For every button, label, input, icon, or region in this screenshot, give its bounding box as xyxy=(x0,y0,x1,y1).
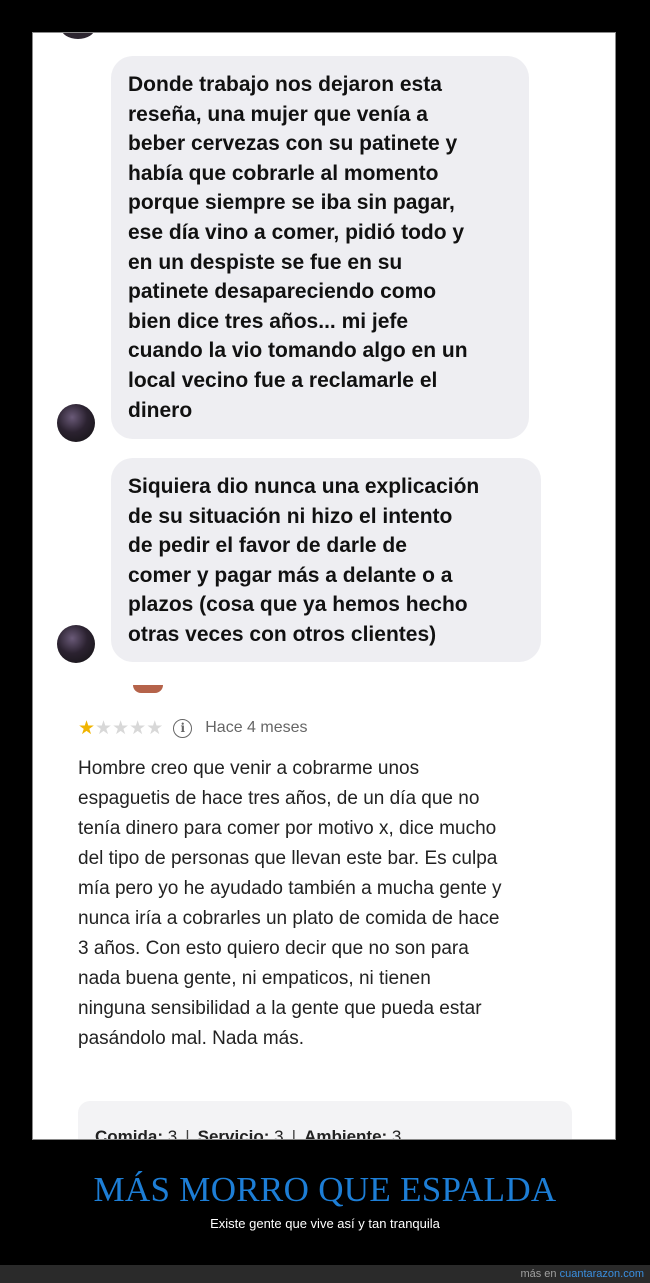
caption-title: MÁS MORRO QUE ESPALDA xyxy=(93,1170,557,1209)
star-empty-icon: ★ xyxy=(129,717,147,739)
message-line: había que cobrarle al momento xyxy=(128,161,439,185)
service-label: Servicio: xyxy=(197,1127,270,1140)
review-line: nunca iría a cobrarles un plato de comid… xyxy=(78,908,500,929)
message-bubble: Donde trabajo nos dejaron esta reseña, u… xyxy=(111,56,529,439)
service-value: 3 xyxy=(274,1127,284,1140)
message-line: en un despiste se fue en su xyxy=(128,250,403,274)
message-line: porque siempre se iba sin pagar, xyxy=(128,191,455,215)
star-empty-icon: ★ xyxy=(112,717,130,739)
ambience-value: 3 xyxy=(391,1127,402,1140)
review-line: Hombre creo que venir a cobrarme unos xyxy=(78,758,420,779)
message-line: beber cervezas con su patinete y xyxy=(128,132,458,156)
message-line: patinete desapareciendo como xyxy=(128,280,437,304)
chat-thread: Donde trabajo nos dejaron esta reseña, u… xyxy=(33,33,615,685)
site-footer: más en cuantarazon.com xyxy=(0,1265,650,1283)
review-line: ninguna sensibilidad a la gente que pued… xyxy=(78,998,482,1019)
message-line: Donde trabajo nos dejaron esta xyxy=(128,73,442,96)
ambience-label: Ambiente: xyxy=(304,1127,388,1140)
divider: | xyxy=(185,1127,190,1140)
avatar[interactable] xyxy=(57,625,95,663)
review-card: ★★★★★ i Hace 4 meses Hombre creo que ven… xyxy=(33,685,615,1140)
review-rating-row: ★★★★★ i Hace 4 meses xyxy=(78,716,308,740)
message-line: reseña, una mujer que venía a xyxy=(128,102,428,126)
message-line: ese día vino a comer, pidió todo y xyxy=(128,220,465,244)
review-line: 3 años. Con esto quiero decir que no son… xyxy=(78,938,469,959)
review-body: Hombre creo que venir a cobrarme unos es… xyxy=(78,754,598,1054)
review-line: mía pero yo he ayudado también a mucha g… xyxy=(78,878,502,899)
avatar xyxy=(61,33,95,39)
review-line: nada buena gente, ni empaticos, ni tiene… xyxy=(78,968,431,989)
message-line: de pedir el favor de darle de xyxy=(128,534,407,558)
sub-ratings: Comida: 3 | Servicio: 3 | Ambiente: 3 xyxy=(78,1101,572,1140)
message-bubble: Siquiera dio nunca una explicación de su… xyxy=(111,458,541,662)
star-empty-icon: ★ xyxy=(95,717,113,739)
review-line: espaguetis de hace tres años, de un día … xyxy=(78,788,480,809)
message-line: bien dice tres años... mi jefe xyxy=(128,309,409,333)
message-line: Siquiera dio nunca una explicación xyxy=(128,475,480,498)
footer-link[interactable]: cuantarazon.com xyxy=(560,1268,644,1280)
star-empty-icon: ★ xyxy=(146,717,164,739)
footer-prefix: más en xyxy=(520,1268,560,1280)
star-rating: ★★★★★ xyxy=(78,719,163,738)
screenshot-frame: Donde trabajo nos dejaron esta reseña, u… xyxy=(32,32,616,1140)
message-line: de su situación ni hizo el intento xyxy=(128,504,453,528)
message-line: plazos (cosa que ya hemos hecho xyxy=(128,593,468,617)
message-line: otras veces con otros clientes) xyxy=(128,622,437,646)
review-line: del tipo de personas que llevan este bar… xyxy=(78,848,498,869)
divider: | xyxy=(291,1127,297,1140)
message-line: dinero xyxy=(128,398,193,422)
review-line: pasándolo mal. Nada más. xyxy=(78,1028,305,1049)
caption-subtitle: Existe gente que vive así y tan tranquil… xyxy=(210,1216,440,1231)
star-filled-icon: ★ xyxy=(78,717,96,739)
food-value: 3 xyxy=(167,1127,178,1140)
info-icon[interactable]: i xyxy=(173,718,193,738)
review-line: tenía dinero para comer por motivo x, di… xyxy=(78,818,497,839)
message-line: local vecino fue a reclamarle el xyxy=(128,368,438,392)
message-line: cuando la vio tomando algo en un xyxy=(128,339,468,363)
reviewer-avatar xyxy=(133,685,163,693)
avatar[interactable] xyxy=(57,404,95,442)
food-label: Comida: xyxy=(95,1127,163,1140)
message-line: comer y pagar más a delante o a xyxy=(128,563,453,587)
review-date: Hace 4 meses xyxy=(205,719,308,736)
